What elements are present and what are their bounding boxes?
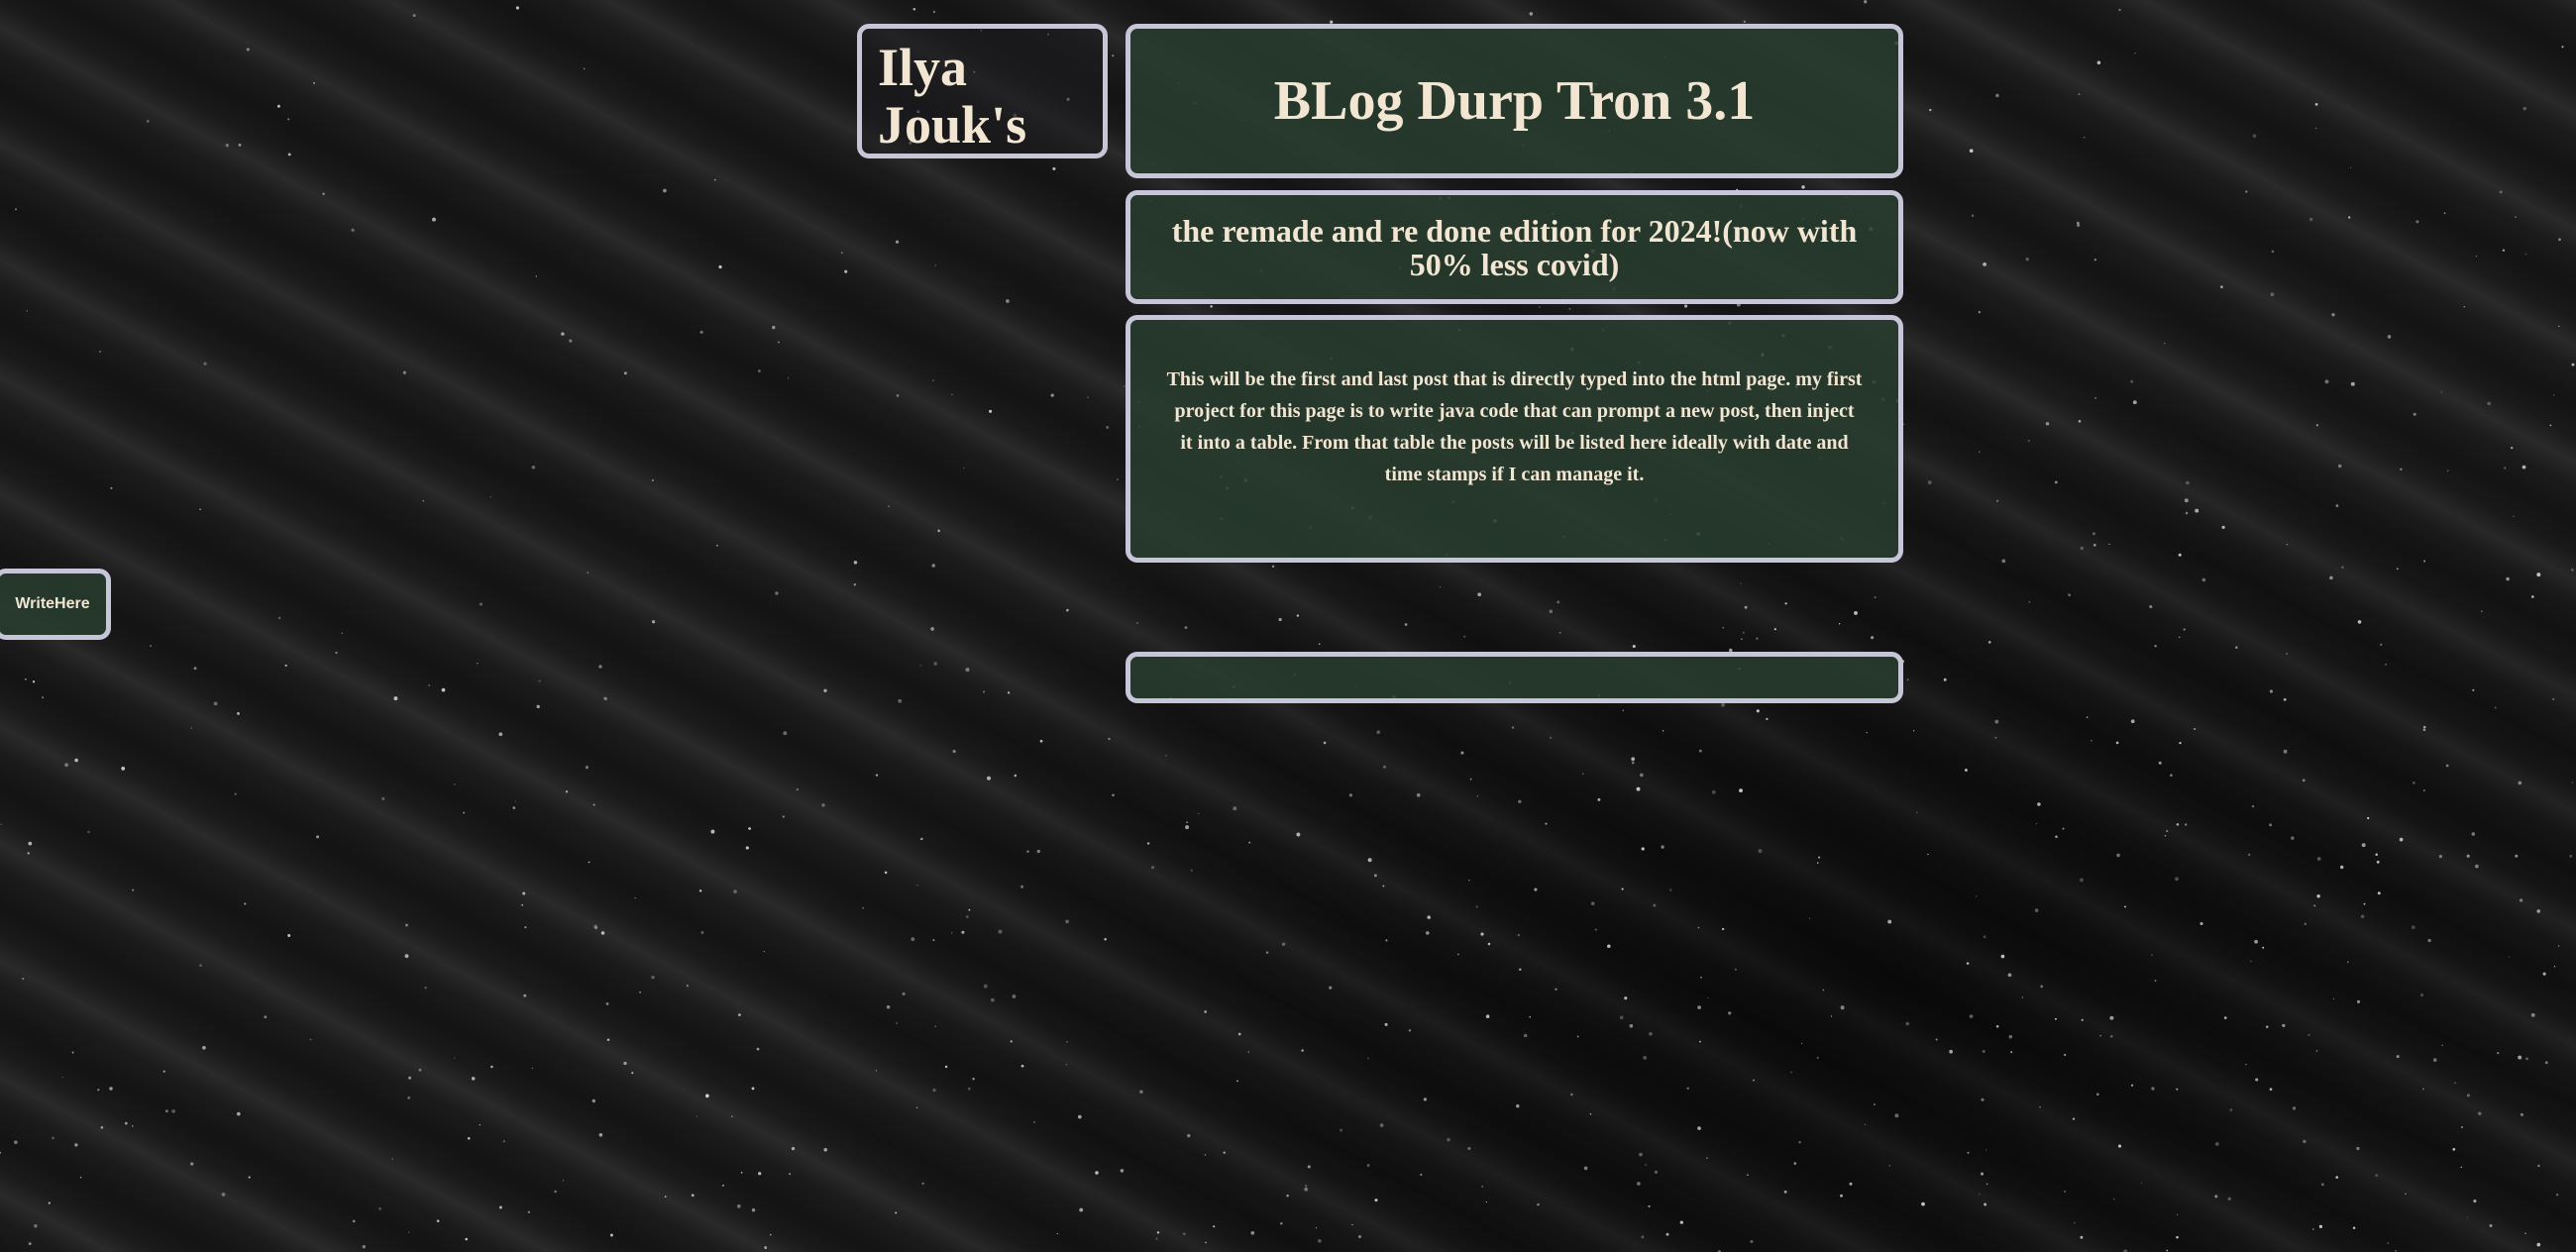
sand-background: [0, 0, 2575, 1252]
blog-subtitle-panel: the remade and re done edition for 2024!…: [1126, 190, 1903, 304]
write-here-button[interactable]: WriteHere: [0, 569, 111, 640]
post-panel: This will be the first and last post tha…: [1126, 315, 1903, 563]
blog-title: BLog Durp Tron 3.1: [1273, 70, 1756, 132]
author-name-last: Jouk's: [878, 95, 1027, 155]
post-body: This will be the first and last post tha…: [1166, 368, 1863, 485]
blog-title-panel: BLog Durp Tron 3.1: [1126, 24, 1903, 178]
author-name-first: Ilya: [878, 38, 968, 97]
posts-table-panel: [1126, 652, 1903, 703]
author-name-panel: Ilya Jouk's: [857, 24, 1108, 158]
blog-subtitle: the remade and re done edition for 2024!…: [1171, 212, 1858, 282]
